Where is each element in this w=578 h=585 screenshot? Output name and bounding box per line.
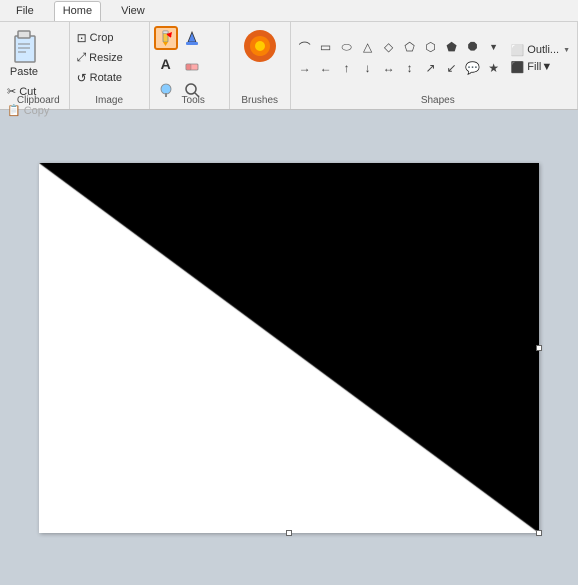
- brushes-button[interactable]: [240, 26, 280, 70]
- brushes-icon: [240, 26, 280, 70]
- resize-button[interactable]: ⤢ Resize: [74, 48, 145, 67]
- rotate-button[interactable]: ↺ Rotate: [74, 68, 145, 87]
- canvas-wrapper[interactable]: [39, 163, 539, 533]
- brushes-group: Brushes: [230, 22, 291, 109]
- fill-button[interactable]: ⬛ Fill▼: [508, 60, 573, 75]
- tools-row: A: [154, 26, 225, 102]
- tab-view[interactable]: View: [113, 2, 153, 20]
- shape-arrow-r[interactable]: →: [295, 58, 315, 78]
- tools-group: A: [150, 22, 230, 109]
- pencil-tool-button[interactable]: [154, 26, 178, 50]
- shapes-group: ⌒ ▭ ⬭ △ ◇ ⬠ ⬡ ⬟ ⯃ ▼ → ← ↑ ↓ ↔ ↕ ↗ ↙ 💬: [291, 22, 578, 109]
- shape-rect[interactable]: ▭: [316, 37, 336, 57]
- shape-arrow-l[interactable]: ←: [316, 58, 336, 78]
- canvas-area: [0, 110, 578, 585]
- resize-handle-corner[interactable]: [536, 530, 542, 536]
- image-buttons: ⊡ Crop ⤢ Resize ↺ Rotate: [74, 28, 145, 87]
- resize-icon: ⤢: [77, 50, 87, 65]
- shapes-group-label: Shapes: [295, 95, 578, 106]
- resize-handle-bottom[interactable]: [286, 530, 292, 536]
- shapes-right-panel: ⬜ Outli... ▼ ⬛ Fill▼: [508, 43, 573, 75]
- shape-pentagon[interactable]: ⬠: [400, 37, 420, 57]
- tools-group-label: Tools: [154, 95, 233, 106]
- ribbon-tabs: File Home View: [0, 0, 578, 22]
- fill-icon: [184, 30, 200, 46]
- paste-label: Paste: [10, 66, 38, 78]
- shape-triangle[interactable]: △: [358, 37, 378, 57]
- shape-arrow-ud[interactable]: ↕: [400, 58, 420, 78]
- crop-icon: ⊡: [77, 31, 87, 45]
- tab-file[interactable]: File: [8, 2, 42, 20]
- shape-star[interactable]: ★: [484, 58, 504, 78]
- shape-octagon[interactable]: ⯃: [463, 37, 483, 57]
- main-canvas[interactable]: [39, 163, 539, 533]
- shape-oval[interactable]: ⬭: [337, 37, 357, 57]
- shape-arrow-lr[interactable]: ↔: [379, 58, 399, 78]
- image-group: ⊡ Crop ⤢ Resize ↺ Rotate Image: [70, 22, 150, 109]
- outline-icon: ⬜: [511, 44, 525, 57]
- pencil-icon: [158, 30, 174, 46]
- fill-tool-button[interactable]: [180, 26, 204, 50]
- shape-arrow-u[interactable]: ↑: [337, 58, 357, 78]
- eraser-tool-button[interactable]: [180, 52, 204, 76]
- shape-callout[interactable]: 💬: [463, 58, 483, 78]
- clipboard-group-label: Clipboard: [4, 95, 73, 106]
- eraser-icon: [184, 56, 200, 72]
- resize-handle-right[interactable]: [536, 345, 542, 351]
- paste-button[interactable]: Paste: [4, 26, 44, 80]
- text-tool-button[interactable]: A: [154, 52, 178, 76]
- shape-curve[interactable]: ⌒: [295, 37, 315, 57]
- paste-icon-svg: [7, 28, 41, 66]
- paste-icon: [7, 28, 41, 66]
- shape-arrow-ne[interactable]: ↗: [421, 58, 441, 78]
- fill-icon: ⬛: [511, 61, 525, 74]
- ribbon: Paste ✂ Cut 📋 Copy Clipboard ⊡ Crop ⤢ Re…: [0, 22, 578, 110]
- shape-heptagon[interactable]: ⬟: [442, 37, 462, 57]
- brushes-group-label: Brushes: [230, 95, 290, 106]
- rotate-icon: ↺: [77, 71, 87, 85]
- outline-button[interactable]: ⬜ Outli... ▼: [508, 43, 573, 58]
- image-group-label: Image: [70, 95, 149, 106]
- tab-home[interactable]: Home: [54, 1, 101, 21]
- clipboard-group: Paste ✂ Cut 📋 Copy Clipboard: [0, 22, 70, 109]
- shape-hexagon[interactable]: ⬡: [421, 37, 441, 57]
- shape-arrow-sw[interactable]: ↙: [442, 58, 462, 78]
- shape-diamond[interactable]: ◇: [379, 37, 399, 57]
- text-icon: A: [161, 56, 171, 72]
- shapes-grid: ⌒ ▭ ⬭ △ ◇ ⬠ ⬡ ⬟ ⯃ ▼ → ← ↑ ↓ ↔ ↕ ↗ ↙ 💬: [295, 37, 504, 78]
- crop-button[interactable]: ⊡ Crop: [74, 28, 145, 47]
- shape-more[interactable]: ▼: [484, 37, 504, 57]
- shape-arrow-d[interactable]: ↓: [358, 58, 378, 78]
- outline-dropdown-arrow: ▼: [563, 47, 570, 54]
